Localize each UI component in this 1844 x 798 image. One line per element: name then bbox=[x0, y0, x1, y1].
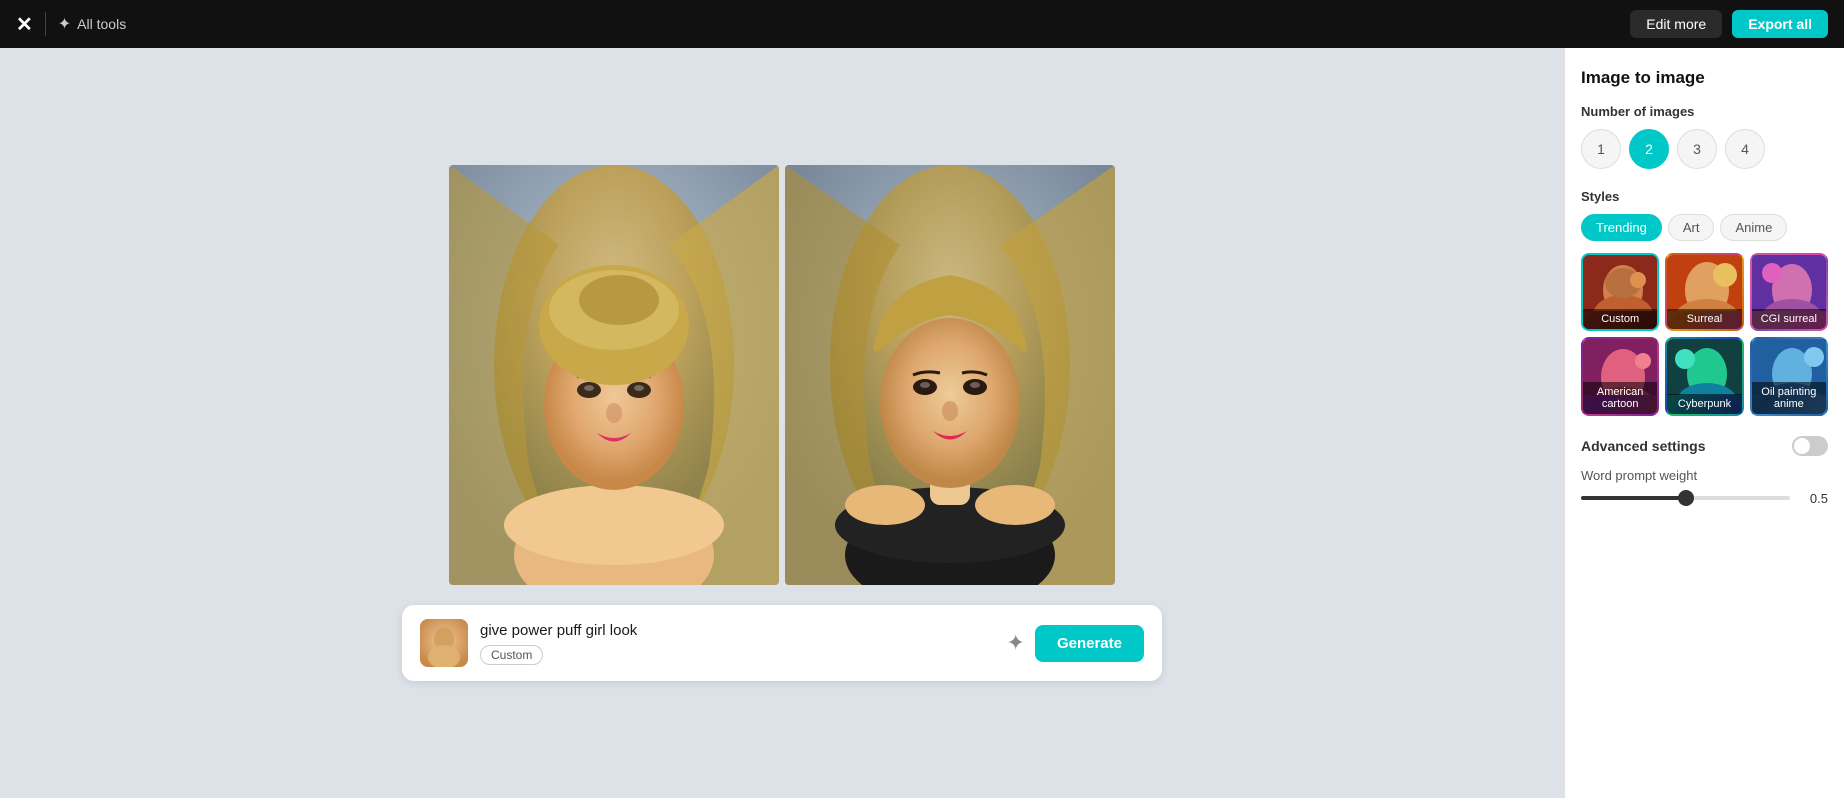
magic-icon[interactable]: ✦ bbox=[1007, 630, 1025, 656]
styles-label: Styles bbox=[1581, 189, 1828, 204]
generated-image-2[interactable] bbox=[785, 165, 1115, 585]
number-of-images-row: 1 2 3 4 bbox=[1581, 129, 1828, 169]
advanced-settings-label: Advanced settings bbox=[1581, 438, 1705, 454]
word-prompt-weight-slider[interactable] bbox=[1581, 496, 1790, 500]
style-card-oil-label: Oil painting anime bbox=[1752, 382, 1826, 414]
prompt-actions: ✦ Generate bbox=[1007, 625, 1144, 662]
advanced-settings-row: Advanced settings bbox=[1581, 436, 1828, 456]
num-btn-2[interactable]: 2 bbox=[1629, 129, 1669, 169]
style-card-american-cartoon[interactable]: American cartoon bbox=[1581, 337, 1659, 415]
prompt-thumbnail bbox=[420, 619, 468, 667]
prompt-style-tag[interactable]: Custom bbox=[480, 645, 543, 665]
style-card-custom[interactable]: Custom bbox=[1581, 253, 1659, 331]
right-panel: Image to image Number of images 1 2 3 4 … bbox=[1564, 48, 1844, 798]
navbar-right: Edit more Export all bbox=[1630, 10, 1828, 38]
style-tab-anime[interactable]: Anime bbox=[1720, 214, 1787, 241]
style-card-cyberpunk-label: Cyberpunk bbox=[1667, 394, 1741, 414]
edit-more-button[interactable]: Edit more bbox=[1630, 10, 1722, 38]
slider-value: 0.5 bbox=[1800, 491, 1828, 506]
style-card-cgi-label: CGI surreal bbox=[1752, 309, 1826, 329]
style-tab-trending[interactable]: Trending bbox=[1581, 214, 1662, 241]
slider-row: 0.5 bbox=[1581, 491, 1828, 506]
style-card-cgi-surreal[interactable]: CGI surreal bbox=[1750, 253, 1828, 331]
tools-icon: ✦ bbox=[58, 14, 71, 34]
style-tab-art[interactable]: Art bbox=[1668, 214, 1715, 241]
all-tools-label: All tools bbox=[77, 16, 126, 32]
num-btn-3[interactable]: 3 bbox=[1677, 129, 1717, 169]
images-row bbox=[449, 165, 1115, 585]
num-btn-1[interactable]: 1 bbox=[1581, 129, 1621, 169]
prompt-main-text: give power puff girl look bbox=[480, 622, 995, 639]
number-of-images-label: Number of images bbox=[1581, 104, 1828, 119]
main-layout: give power puff girl look Custom ✦ Gener… bbox=[0, 48, 1844, 798]
nav-divider bbox=[45, 12, 46, 36]
generate-button[interactable]: Generate bbox=[1035, 625, 1144, 662]
style-card-custom-label: Custom bbox=[1583, 309, 1657, 329]
style-card-surreal[interactable]: Surreal bbox=[1665, 253, 1743, 331]
style-grid: Custom Surreal CGI bbox=[1581, 253, 1828, 416]
prompt-text-area: give power puff girl look Custom bbox=[480, 622, 995, 665]
logo-icon[interactable]: ✕ bbox=[16, 12, 33, 37]
prompt-bar: give power puff girl look Custom ✦ Gener… bbox=[402, 605, 1162, 681]
canvas-area: give power puff girl look Custom ✦ Gener… bbox=[0, 48, 1564, 798]
navbar-left: ✕ ✦ All tools bbox=[16, 12, 126, 37]
generated-image-1[interactable] bbox=[449, 165, 779, 585]
style-card-oil-painting[interactable]: Oil painting anime bbox=[1750, 337, 1828, 415]
style-card-cyberpunk[interactable]: Cyberpunk bbox=[1665, 337, 1743, 415]
export-button[interactable]: Export all bbox=[1732, 10, 1828, 38]
word-prompt-weight-label: Word prompt weight bbox=[1581, 468, 1828, 483]
style-card-surreal-label: Surreal bbox=[1667, 309, 1741, 329]
navbar: ✕ ✦ All tools Edit more Export all bbox=[0, 0, 1844, 48]
panel-title: Image to image bbox=[1581, 68, 1828, 88]
advanced-settings-toggle[interactable] bbox=[1792, 436, 1828, 456]
num-btn-4[interactable]: 4 bbox=[1725, 129, 1765, 169]
style-tabs: Trending Art Anime bbox=[1581, 214, 1828, 241]
all-tools-button[interactable]: ✦ All tools bbox=[58, 14, 126, 34]
style-card-american-label: American cartoon bbox=[1583, 382, 1657, 414]
